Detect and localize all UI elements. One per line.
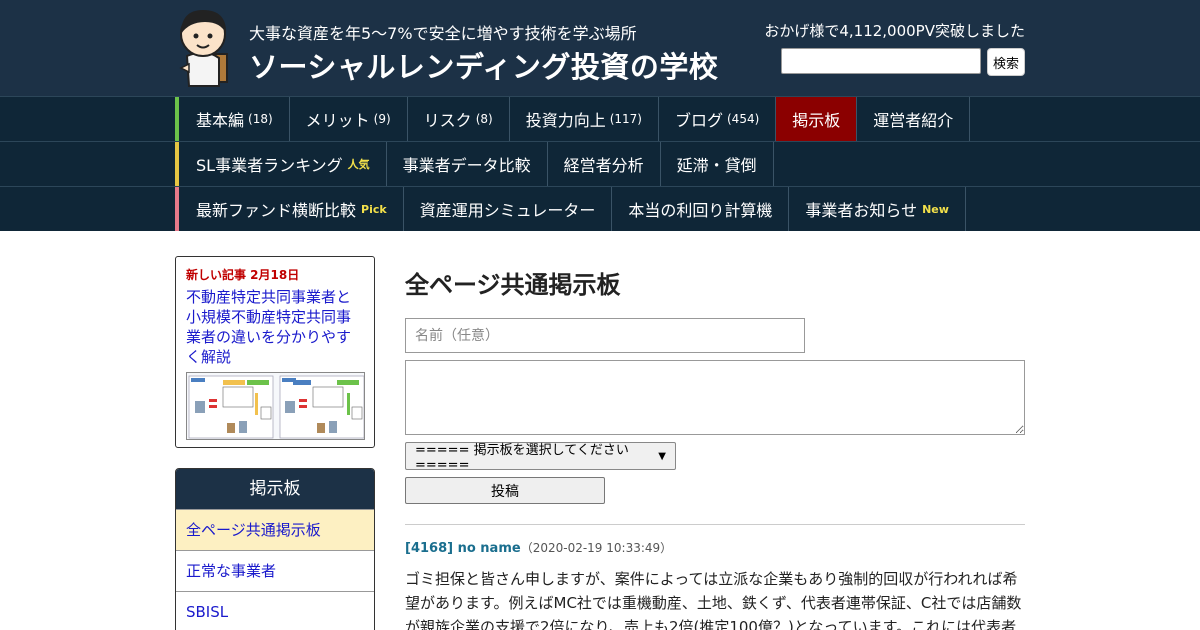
popular-badge: 人気 [347, 158, 370, 171]
nav-label: 本当の利回り計算機 [628, 201, 773, 220]
nav-row-1: 基本編 (18) メリット (9) リスク (8) 投資力向上 (117) ブログ (45… [0, 96, 1200, 141]
nav-item-management[interactable]: 経営者分析 [548, 142, 661, 186]
nav-label: 経営者分析 [563, 156, 644, 175]
site-title[interactable]: ソーシャルレンディング投資の学校 [249, 44, 718, 86]
nav-label: 事業者お知らせ [805, 201, 918, 220]
nav-item-risks[interactable]: リスク (8) [408, 97, 510, 141]
site-header: 大事な資産を年5～7%で安全に増やす技術を学ぶ場所 ソーシャルレンディング投資の… [0, 0, 1200, 96]
nav-count: (9) [373, 112, 391, 126]
board-select-value: ===== 掲示板を選択してください ===== [415, 443, 629, 473]
pick-badge: Pick [361, 202, 387, 216]
nav-label: 資産運用シミュレーター [419, 201, 596, 220]
side-item-normal-operators[interactable]: 正常な事業者 [176, 550, 374, 591]
nav-item-fund-compare[interactable]: 最新ファンド横断比較 Pick [175, 187, 404, 231]
nav-item-data-compare[interactable]: 事業者データ比較 [387, 142, 548, 186]
nav-item-board[interactable]: 掲示板 [776, 97, 858, 141]
post-body: ゴミ担保と皆さん申しますが、案件によっては立派な企業もあり強制的回収が行われれば… [405, 570, 1022, 630]
nav-item-basics[interactable]: 基本編 (18) [175, 97, 290, 141]
nav-label: 基本編 [196, 111, 245, 130]
nav-label: メリット [305, 111, 370, 130]
post-button[interactable]: 投稿 [405, 477, 605, 504]
nav-count: (8) [475, 112, 493, 126]
nav-item-simulator[interactable]: 資産運用シミュレーター [404, 187, 613, 231]
new-badge: New [922, 202, 949, 216]
mascot-logo-icon[interactable] [175, 6, 235, 88]
search-input[interactable] [781, 48, 981, 74]
nav-count: (454) [727, 112, 760, 126]
side-item-sbisl[interactable]: SBISL [176, 591, 374, 630]
nav-row-3: 最新ファンド横断比較 Pick 資産運用シミュレーター 本当の利回り計算機 事業者… [0, 186, 1200, 231]
diagram-thumbnail-icon [188, 375, 364, 439]
nav-label: ブログ [674, 111, 723, 130]
nav-row-2: SL事業者ランキング 人気 事業者データ比較 経営者分析 延滞・貸倒 [0, 141, 1200, 186]
page-content: 新しい記事 2月18日 不動産特定共同事業者と小規模不動産特定共同事業者の違いを… [175, 231, 1025, 630]
name-input[interactable] [405, 318, 805, 353]
search-button[interactable]: 検索 [987, 48, 1025, 76]
nav-label: 最新ファンド横断比較 [196, 201, 357, 220]
nav-label: 延滞・貸倒 [676, 156, 757, 175]
side-item-common-board[interactable]: 全ページ共通掲示板 [176, 509, 374, 550]
post-date: （2020-02-19 10:33:49） [520, 541, 673, 555]
dropdown-arrow-icon: ▼ [658, 450, 666, 462]
nav-item-skill-up[interactable]: 投資力向上 (117) [510, 97, 659, 141]
board-side-menu: 掲示板 全ページ共通掲示板 正常な事業者 SBISL [175, 468, 375, 630]
nav-label: 事業者データ比較 [402, 156, 531, 175]
nav-label: リスク [423, 111, 472, 130]
nav-label: SL事業者ランキング [196, 156, 343, 175]
nav-count: (18) [248, 112, 273, 126]
main-navigation: 基本編 (18) メリット (9) リスク (8) 投資力向上 (117) ブログ (45… [0, 96, 1200, 231]
nav-item-default[interactable]: 延滞・貸倒 [661, 142, 774, 186]
nav-label: 運営者紹介 [873, 111, 954, 130]
page-title: 全ページ共通掲示板 [405, 271, 621, 299]
article-thumbnail[interactable] [186, 372, 365, 440]
site-tagline: 大事な資産を年5～7%で安全に増やす技術を学ぶ場所 [249, 24, 637, 43]
nav-label: 掲示板 [792, 111, 841, 130]
board-select[interactable]: ===== 掲示板を選択してください ===== ▼ [405, 442, 676, 473]
nav-item-yield-calculator[interactable]: 本当の利回り計算機 [612, 187, 790, 231]
nav-item-about[interactable]: 運営者紹介 [857, 97, 971, 141]
message-textarea[interactable] [405, 360, 1025, 435]
new-article-link[interactable]: 不動産特定共同事業者と小規模不動産特定共同事業者の違いを分かりやすく解説 [186, 287, 364, 367]
nav-item-merits[interactable]: メリット (9) [290, 97, 408, 141]
new-article-label: 新しい記事 2月18日 [186, 268, 300, 282]
pv-counter: おかげ様で4,112,000PV突破しました [764, 22, 1025, 40]
side-menu-title: 掲示板 [176, 469, 374, 509]
post-meta: [4168] no name（2020-02-19 10:33:49） [405, 539, 672, 556]
post-id[interactable]: [4168] no name [405, 541, 521, 556]
new-article-box: 新しい記事 2月18日 不動産特定共同事業者と小規模不動産特定共同事業者の違いを… [175, 256, 375, 448]
nav-label: 投資力向上 [525, 111, 606, 130]
nav-item-blog[interactable]: ブログ (454) [659, 97, 777, 141]
nav-count: (117) [609, 112, 642, 126]
divider [405, 524, 1025, 525]
nav-item-ranking[interactable]: SL事業者ランキング 人気 [175, 142, 387, 186]
nav-item-notices[interactable]: 事業者お知らせ New [789, 187, 966, 231]
